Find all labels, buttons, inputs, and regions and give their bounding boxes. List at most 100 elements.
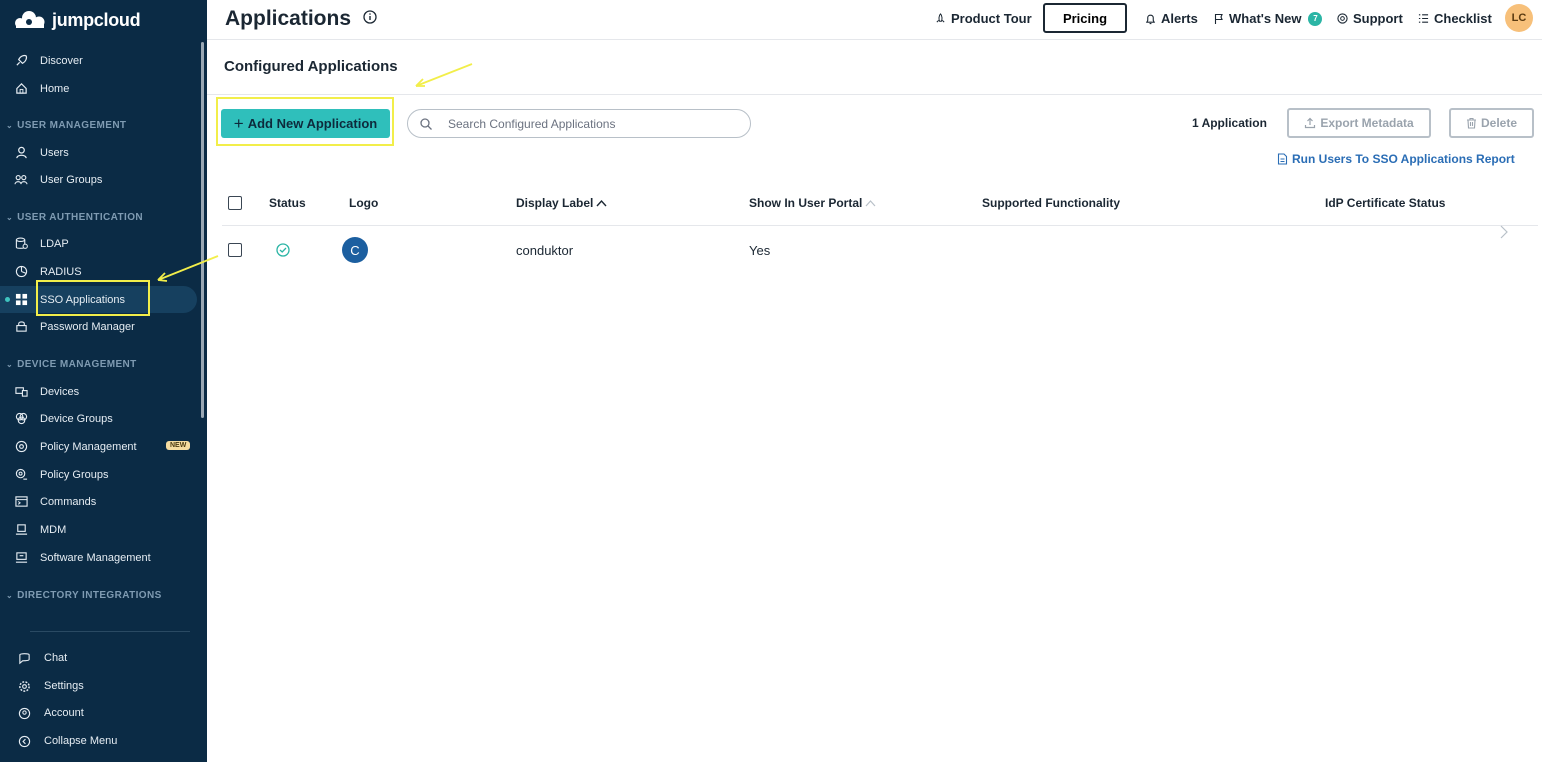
whats-new-link[interactable]: What's New 7 [1214, 11, 1323, 26]
sidebar-item-collapse-menu[interactable]: Collapse Menu [0, 729, 200, 753]
annotation-arrow [415, 63, 473, 87]
mdm-icon [14, 523, 28, 537]
ldap-icon [14, 237, 28, 251]
checklist-link[interactable]: Checklist [1418, 11, 1492, 26]
sidebar-item-policy-groups[interactable]: Policy Groups [0, 461, 197, 488]
support-icon [1337, 13, 1348, 24]
sidebar-item-label: Policy Management [40, 440, 137, 453]
rocket-icon [936, 13, 945, 23]
support-link[interactable]: Support [1337, 11, 1403, 26]
chat-icon [17, 651, 31, 665]
chevron-down-icon: ⌄ [6, 360, 14, 369]
sidebar-item-label: Account [44, 707, 84, 719]
column-header-logo: Logo [349, 196, 379, 210]
sidebar-item-label: Chat [44, 652, 68, 664]
jumpcloud-logo[interactable]: jumpcloud [12, 7, 141, 33]
column-header-status[interactable]: Status [269, 196, 306, 210]
active-indicator [5, 297, 10, 302]
show-in-portal-cell: Yes [749, 243, 771, 258]
sidebar-item-label: RADIUS [40, 265, 82, 278]
sidebar-item-password-manager[interactable]: Password Manager [0, 313, 197, 340]
sidebar-item-devices[interactable]: Devices [0, 378, 197, 405]
sidebar-item-device-groups[interactable]: Device Groups [0, 405, 197, 432]
alerts-link[interactable]: Alerts [1145, 11, 1198, 26]
sidebar-item-commands[interactable]: Commands [0, 488, 197, 515]
chevron-down-icon: ⌄ [6, 591, 14, 600]
sidebar-item-users[interactable]: Users [0, 139, 197, 166]
collapse-icon [17, 734, 31, 748]
add-button-label: Add New Application [247, 116, 378, 131]
table-header-divider [222, 225, 1538, 226]
section-title: USER AUTHENTICATION [17, 212, 144, 223]
sidebar-item-label: User Groups [40, 173, 103, 186]
sso-highlight-box [36, 280, 150, 316]
sidebar-item-label: LDAP [40, 237, 69, 250]
account-icon [17, 706, 31, 720]
export-metadata-button[interactable]: Export Metadata [1287, 108, 1431, 138]
delete-button[interactable]: Delete [1449, 108, 1534, 138]
device-groups-icon [14, 412, 28, 426]
row-checkbox[interactable] [228, 243, 242, 257]
content-divider [207, 94, 1542, 95]
section-title: USER MANAGEMENT [17, 120, 127, 131]
support-label: Support [1353, 11, 1403, 26]
column-header-display-label[interactable]: Display Label [516, 196, 607, 210]
sort-up-icon [596, 199, 607, 207]
section-device-management[interactable]: ⌄ DEVICE MANAGEMENT [6, 359, 137, 370]
sidebar-item-label: Commands [40, 495, 97, 508]
section-directory-integrations[interactable]: ⌄ DIRECTORY INTEGRATIONS [6, 590, 162, 601]
home-icon [14, 82, 28, 96]
select-all-checkbox[interactable] [228, 196, 242, 210]
column-header-supported-functionality: Supported Functionality [982, 196, 1120, 210]
search-input[interactable] [448, 115, 738, 133]
configured-applications-title: Configured Applications [224, 58, 398, 75]
sort-up-icon [865, 200, 876, 207]
top-bar: Applications Product Tour Pricing Alerts… [207, 0, 1542, 40]
info-icon[interactable] [363, 10, 377, 24]
section-user-management[interactable]: ⌄ USER MANAGEMENT [6, 120, 126, 131]
section-title: DIRECTORY INTEGRATIONS [17, 590, 162, 601]
brand-name: jumpcloud [52, 9, 141, 30]
sidebar-item-account[interactable]: Account [0, 701, 200, 725]
product-tour-link[interactable]: Product Tour [935, 11, 1032, 26]
sidebar-item-user-groups[interactable]: User Groups [0, 166, 197, 193]
grid-icon [14, 293, 28, 307]
cloud-logo-icon [15, 11, 45, 28]
policy-groups-icon [14, 468, 28, 482]
sidebar-item-mdm[interactable]: MDM [0, 516, 197, 543]
add-new-application-button[interactable]: + Add New Application [221, 109, 390, 138]
run-report-label: Run Users To SSO Applications Report [1292, 152, 1515, 166]
column-header-idp-certificate-status: IdP Certificate Status [1325, 196, 1446, 210]
run-report-link[interactable]: Run Users To SSO Applications Report [1277, 152, 1515, 166]
sidebar-item-chat[interactable]: Chat [0, 646, 200, 670]
sidebar-divider [30, 631, 190, 632]
sidebar-item-home[interactable]: Home [0, 75, 197, 102]
terminal-icon [14, 495, 28, 509]
sidebar-item-settings[interactable]: Settings [0, 674, 200, 698]
software-icon [14, 551, 28, 565]
gear-icon [17, 679, 31, 693]
search-icon [420, 118, 432, 130]
sidebar-item-label: Password Manager [40, 320, 135, 333]
password-icon [14, 320, 28, 334]
sidebar-item-label: Users [40, 146, 69, 159]
avatar[interactable]: LC [1505, 4, 1533, 32]
product-tour-label: Product Tour [951, 11, 1032, 26]
radius-icon [14, 265, 28, 279]
sidebar-item-label: Settings [44, 680, 84, 692]
export-icon [1305, 117, 1316, 129]
column-header-show-in-user-portal[interactable]: Show In User Portal [749, 196, 876, 210]
sidebar-scrollbar[interactable] [201, 42, 204, 418]
sidebar-item-software-management[interactable]: Software Management [0, 544, 197, 571]
bell-icon [1145, 14, 1156, 24]
chevron-right-icon[interactable] [1499, 224, 1509, 240]
pricing-button[interactable]: Pricing [1043, 3, 1127, 33]
sidebar: jumpcloud Discover Home ⌄ USER MANAGEMEN… [0, 0, 207, 762]
user-icon [14, 146, 28, 160]
sidebar-item-discover[interactable]: Discover [0, 47, 197, 74]
section-user-authentication[interactable]: ⌄ USER AUTHENTICATION [6, 212, 143, 223]
annotation-arrow [157, 255, 219, 282]
checklist-icon [1418, 14, 1429, 23]
sidebar-item-policy-management[interactable]: Policy Management NEW [0, 433, 197, 460]
sidebar-item-label: Devices [40, 385, 80, 398]
